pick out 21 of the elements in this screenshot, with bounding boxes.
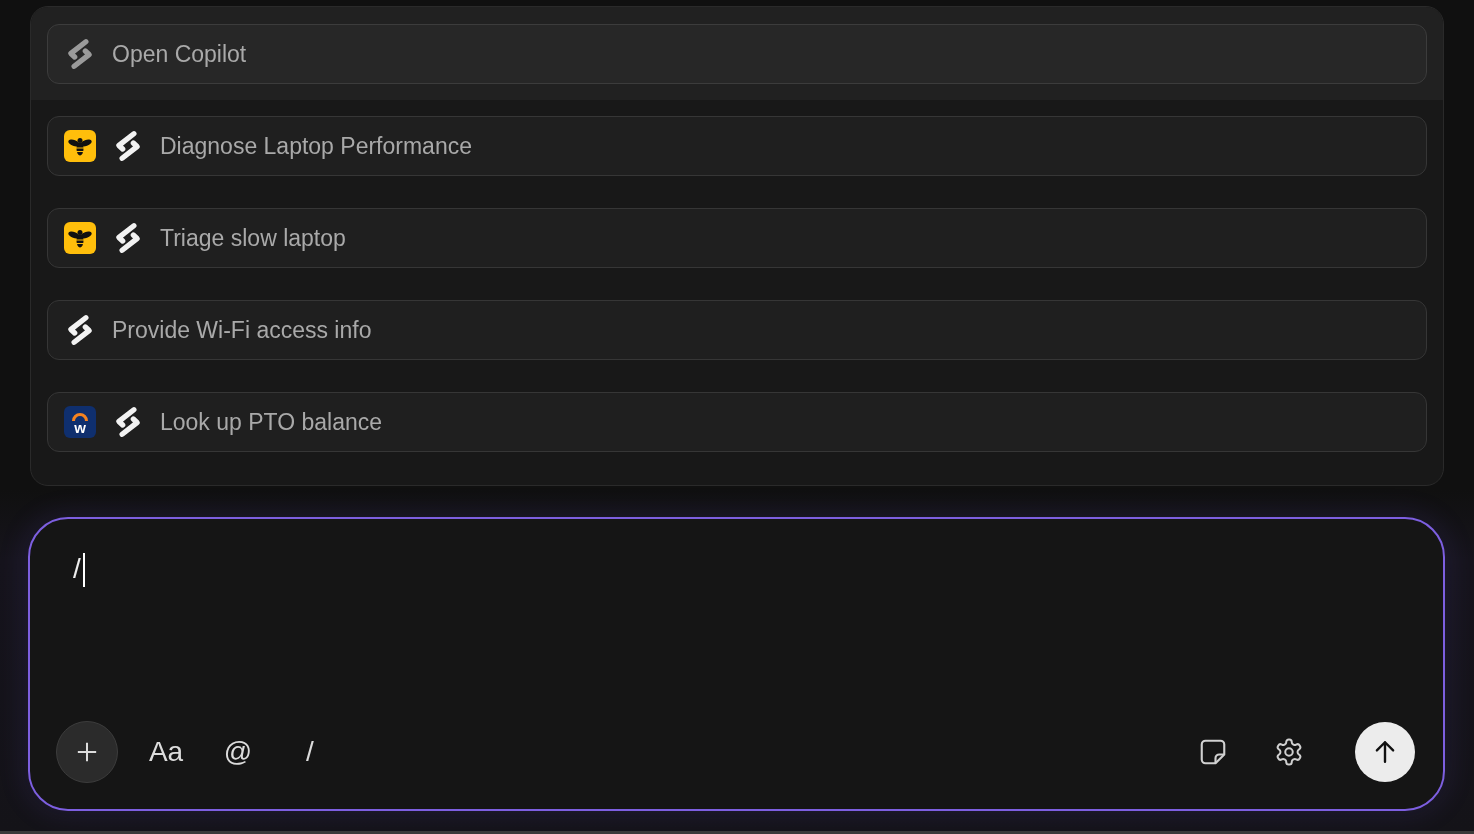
message-input[interactable]: /: [56, 551, 1415, 721]
bee-icon: [64, 222, 96, 254]
toolbar-button[interactable]: /: [274, 728, 346, 776]
s-logo-icon: [113, 222, 143, 254]
menu-item[interactable]: Provide Wi-Fi access info: [47, 300, 1427, 360]
sticky-note-icon: [1198, 737, 1228, 767]
menu-item[interactable]: w Look up PTO balance: [47, 392, 1427, 452]
menu-item[interactable]: Triage slow laptop: [47, 208, 1427, 268]
s-logo-icon: [65, 38, 95, 70]
menu-item[interactable]: Diagnose Laptop Performance: [47, 116, 1427, 176]
app-logo: w: [64, 406, 96, 438]
settings-icon: [1274, 737, 1304, 767]
send-button[interactable]: [1355, 722, 1415, 782]
menu-item[interactable]: Open Copilot: [47, 24, 1427, 84]
s-logo-icon: [65, 314, 95, 346]
plus-icon: [76, 741, 98, 763]
toolbar-button[interactable]: Aa: [130, 728, 202, 776]
toolbar-button[interactable]: @: [202, 728, 274, 776]
s-logo-icon: [113, 130, 143, 162]
bee-icon: [64, 130, 96, 162]
s-logo-icon: [113, 406, 143, 438]
